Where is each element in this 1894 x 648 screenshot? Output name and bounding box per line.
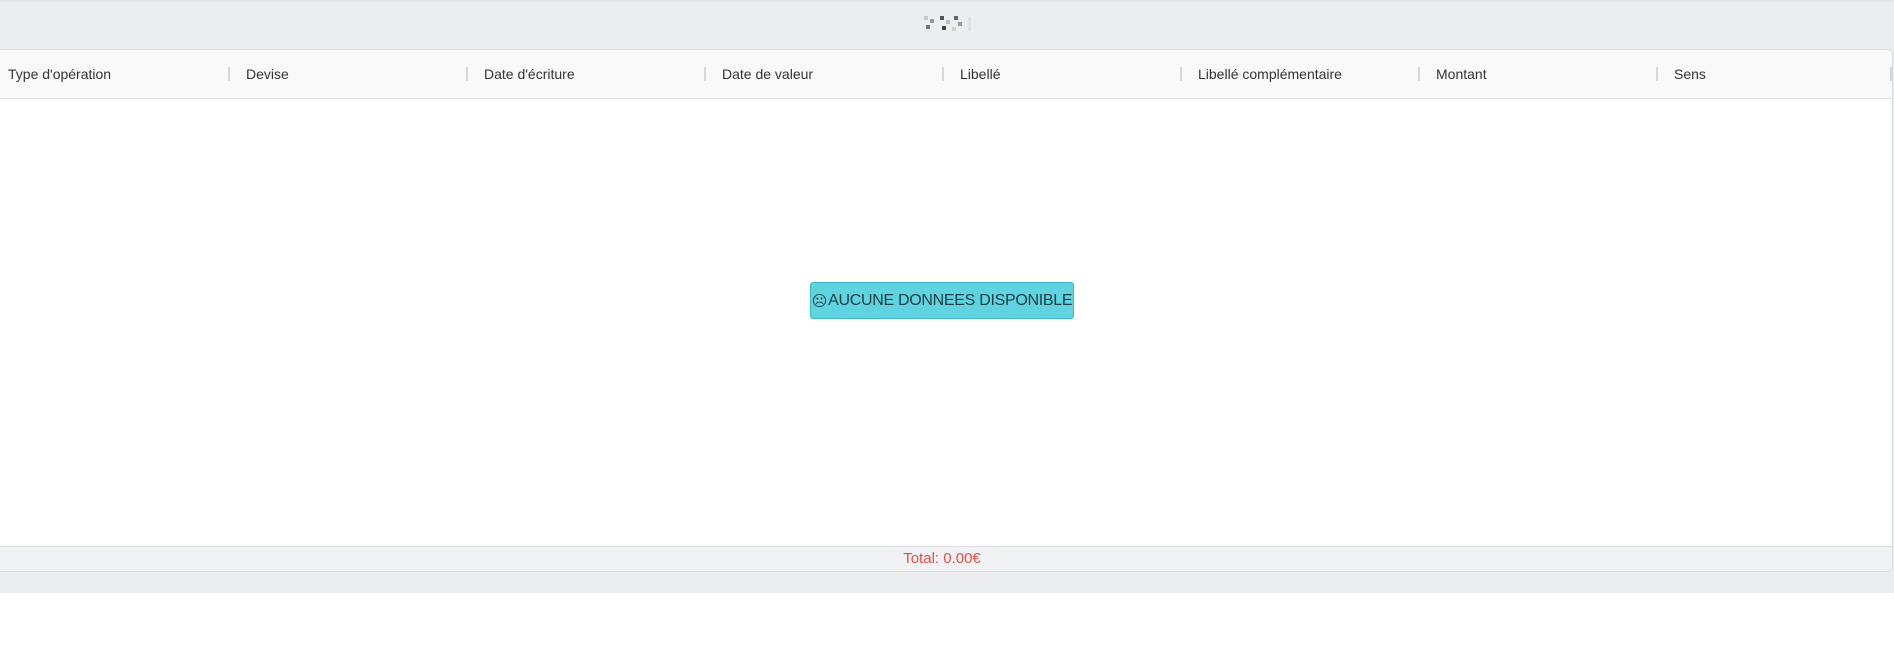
- column-header-sens[interactable]: Sens: [1674, 50, 1706, 98]
- column-resize-handle[interactable]: [1418, 67, 1420, 81]
- column-resize-handle[interactable]: [228, 67, 230, 81]
- page: Type d'opération Devise Date d'écriture …: [0, 0, 1894, 648]
- column-resize-handle[interactable]: [1180, 67, 1182, 81]
- column-resize-handle[interactable]: [466, 67, 468, 81]
- loading-indicator-icon: [924, 16, 971, 31]
- table-footer: Total: 0.00€: [0, 546, 1892, 571]
- sad-face-icon: ☹: [811, 291, 828, 310]
- column-resize-handle[interactable]: [942, 67, 944, 81]
- total-amount: Total: 0.00€: [903, 550, 981, 567]
- no-data-text: AUCUNE DONNEES DISPONIBLE: [828, 291, 1073, 309]
- no-data-message: ☹ AUCUNE DONNEES DISPONIBLE: [810, 282, 1074, 319]
- table-header: Type d'opération Devise Date d'écriture …: [0, 50, 1892, 99]
- top-divider: [0, 0, 1894, 2]
- column-resize-handle[interactable]: [704, 67, 706, 81]
- column-header-montant[interactable]: Montant: [1436, 50, 1487, 98]
- column-header-date-ecriture[interactable]: Date d'écriture: [484, 50, 575, 98]
- column-header-date-valeur[interactable]: Date de valeur: [722, 50, 813, 98]
- column-header-type-operation[interactable]: Type d'opération: [8, 50, 111, 98]
- column-header-devise[interactable]: Devise: [246, 50, 289, 98]
- column-header-libelle[interactable]: Libellé: [960, 50, 1000, 98]
- column-resize-handle[interactable]: [1656, 67, 1658, 81]
- window-background: Type d'opération Devise Date d'écriture …: [0, 0, 1894, 593]
- column-resize-handle[interactable]: [1890, 67, 1892, 81]
- column-header-libelle-complementaire[interactable]: Libellé complémentaire: [1198, 50, 1342, 98]
- transactions-table: Type d'opération Devise Date d'écriture …: [0, 49, 1893, 572]
